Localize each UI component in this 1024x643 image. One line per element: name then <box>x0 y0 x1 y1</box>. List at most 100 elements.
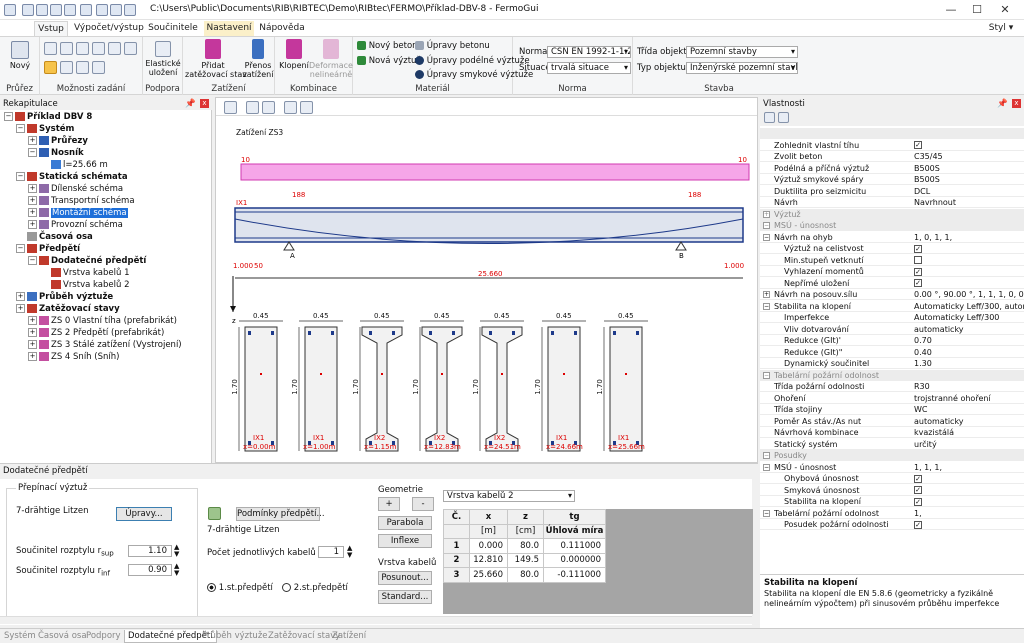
property-row[interactable]: − Tabelární požární odolnost <box>760 369 1024 381</box>
checkbox[interactable]: ✓ <box>914 141 922 149</box>
property-value[interactable]: C35/45 <box>914 151 943 162</box>
property-row[interactable]: Návrhová kombinace kvazistálá <box>760 427 1024 438</box>
property-value[interactable]: ✓ <box>914 519 922 530</box>
expander-icon[interactable]: + <box>28 208 37 217</box>
property-value[interactable]: ✓ <box>914 266 922 277</box>
property-row[interactable]: − Návrh na ohyb 1, 0, 1, 1, <box>760 232 1024 243</box>
property-value[interactable]: DCL <box>914 186 930 197</box>
tree-item[interactable]: − Předpětí <box>16 244 80 255</box>
load-transfer-button[interactable]: Přenos zatížení <box>241 39 275 79</box>
property-row[interactable]: − MSÚ - únosnost <box>760 220 1024 231</box>
expander-icon[interactable]: − <box>16 172 25 181</box>
property-value[interactable]: B500S <box>914 163 940 174</box>
tab-vypocet[interactable]: Výpočet/výstup <box>74 21 144 36</box>
trida-select[interactable]: Pozemní stavby <box>686 46 798 58</box>
prestress-conditions-button[interactable]: Podmínky předpětí... <box>236 507 325 521</box>
add-point-button[interactable]: + <box>378 497 400 511</box>
inf-spinner[interactable]: ▲ ▼ <box>174 563 179 577</box>
checkbox[interactable] <box>914 256 922 264</box>
checkbox[interactable]: ✓ <box>914 244 922 253</box>
property-row[interactable]: Výztuž na celistvost ✓ <box>760 243 1024 254</box>
maximize-icon[interactable]: ☐ <box>966 2 988 18</box>
print-icon[interactable] <box>124 4 136 16</box>
copy-icon[interactable] <box>80 4 92 16</box>
tipping-button[interactable]: Klopení <box>279 39 309 70</box>
expander-icon[interactable]: − <box>28 148 37 157</box>
checkbox[interactable]: ✓ <box>914 267 922 276</box>
new-file-icon[interactable] <box>22 4 34 16</box>
property-row[interactable]: Vyhlazení momentů ✓ <box>760 266 1024 277</box>
checkbox[interactable]: ✓ <box>914 279 922 287</box>
property-value[interactable]: automaticky <box>914 324 964 335</box>
tree-item[interactable]: + ZS 0 Vlastní tíha (prefabrikát) <box>28 316 177 327</box>
bottom-tab[interactable]: Podpory <box>86 630 121 643</box>
property-value[interactable]: 1.30 <box>914 358 932 369</box>
property-value[interactable]: ✓ <box>914 278 922 289</box>
expander-icon[interactable]: + <box>28 196 37 205</box>
deformation-button[interactable]: Deformace nelineárně <box>309 39 353 79</box>
props-close-icon[interactable]: x <box>1012 99 1021 108</box>
expander-icon[interactable]: − <box>763 222 770 229</box>
cell-tg[interactable]: -0.111000 <box>543 567 606 583</box>
expander-icon[interactable]: − <box>16 244 25 253</box>
tree-item[interactable]: − Dodatečné předpětí <box>28 256 146 267</box>
parabola-button[interactable]: Parabola <box>378 516 432 530</box>
categorized-icon[interactable] <box>764 112 775 123</box>
cross-section[interactable]: 0.45 1.70 IX1 x=24.66m <box>534 312 592 453</box>
cell-z[interactable]: 80.0 <box>507 538 544 554</box>
zoom-fit-icon[interactable] <box>224 101 237 114</box>
cell-x[interactable]: 12.810 <box>469 552 508 568</box>
new-reinforcement-button[interactable]: Nová výztuž <box>357 56 421 66</box>
font-smaller-icon[interactable] <box>262 101 275 114</box>
expander-icon[interactable]: + <box>28 340 37 349</box>
cross-section[interactable]: 0.45 1.70 IX1 x=1.00m <box>291 312 349 453</box>
view-2-icon[interactable] <box>300 101 313 114</box>
expander-icon[interactable]: + <box>28 316 37 325</box>
option-icon-2[interactable] <box>60 42 73 55</box>
tab-vstup[interactable]: Vstup <box>34 21 68 36</box>
property-value[interactable]: Automaticky Leff/300, automati... <box>914 301 1024 312</box>
tree-item[interactable]: l=25.66 m <box>40 160 108 171</box>
cell-z[interactable]: 80.0 <box>507 567 544 583</box>
new-section-button[interactable]: Nový <box>8 41 32 70</box>
tree-item[interactable]: + ZS 2 Předpětí (prefabrikát) <box>28 328 164 339</box>
property-row[interactable]: Vliv dotvarování automaticky <box>760 324 1024 335</box>
cell-x[interactable]: 25.660 <box>469 567 508 583</box>
property-row[interactable]: Poměr As stáv./As nut automaticky <box>760 416 1024 427</box>
pocet-spinner[interactable]: ▲ ▼ <box>347 545 352 559</box>
expander-icon[interactable]: + <box>28 136 37 145</box>
tree-item[interactable]: + ZS 4 Sníh (Sníh) <box>28 352 119 363</box>
property-row[interactable]: Redukce (GIt)' 0.70 <box>760 335 1024 346</box>
tree-item[interactable]: + Průřezy <box>28 136 88 147</box>
tree-item[interactable]: + Zatěžovací stavy <box>16 304 120 315</box>
expander-icon[interactable]: + <box>28 352 37 361</box>
property-row[interactable]: Třída požární odolnosti R30 <box>760 381 1024 392</box>
property-row[interactable]: Dynamický součinitel 1.30 <box>760 358 1024 369</box>
expander-icon[interactable]: + <box>763 291 770 298</box>
cross-section[interactable]: 0.45 1.70 IX2 x=1.15m <box>352 312 410 453</box>
property-value[interactable]: WC <box>914 404 928 415</box>
props-pin-icon[interactable]: 📌 <box>997 98 1008 110</box>
bottom-hscroll[interactable] <box>0 616 752 624</box>
property-value[interactable] <box>914 255 922 266</box>
expander-icon[interactable]: − <box>16 124 25 133</box>
pocet-input[interactable]: 1 <box>318 546 344 558</box>
checkbox[interactable]: ✓ <box>914 486 922 494</box>
property-row[interactable]: − Posudky <box>760 450 1024 461</box>
cell-z[interactable]: 149.5 <box>507 552 544 568</box>
expander-icon[interactable]: − <box>28 256 37 265</box>
bottom-tab[interactable]: Průběh výztuže <box>202 630 268 643</box>
tree-item[interactable]: − Nosník <box>28 148 84 159</box>
property-row[interactable]: Stabilita na klopení ✓ <box>760 496 1024 507</box>
layer-select[interactable]: Vrstva kabelů 2 <box>443 490 575 502</box>
option-icon-6[interactable] <box>124 42 137 55</box>
option-icon-1[interactable] <box>44 42 57 55</box>
tree-item[interactable]: + Transportní schéma <box>28 196 135 207</box>
tendon-type-icon[interactable] <box>208 507 221 520</box>
sup-input[interactable]: 1.10 <box>128 545 172 557</box>
property-row[interactable]: Výztuž smykové spáry B500S <box>760 174 1024 185</box>
save-icon[interactable] <box>36 4 48 16</box>
table-row[interactable]: 2 12.810 149.5 0.000000 <box>443 552 606 568</box>
property-value[interactable]: ✓ <box>914 473 922 484</box>
property-value[interactable]: Automaticky Leff/300 <box>914 312 999 323</box>
